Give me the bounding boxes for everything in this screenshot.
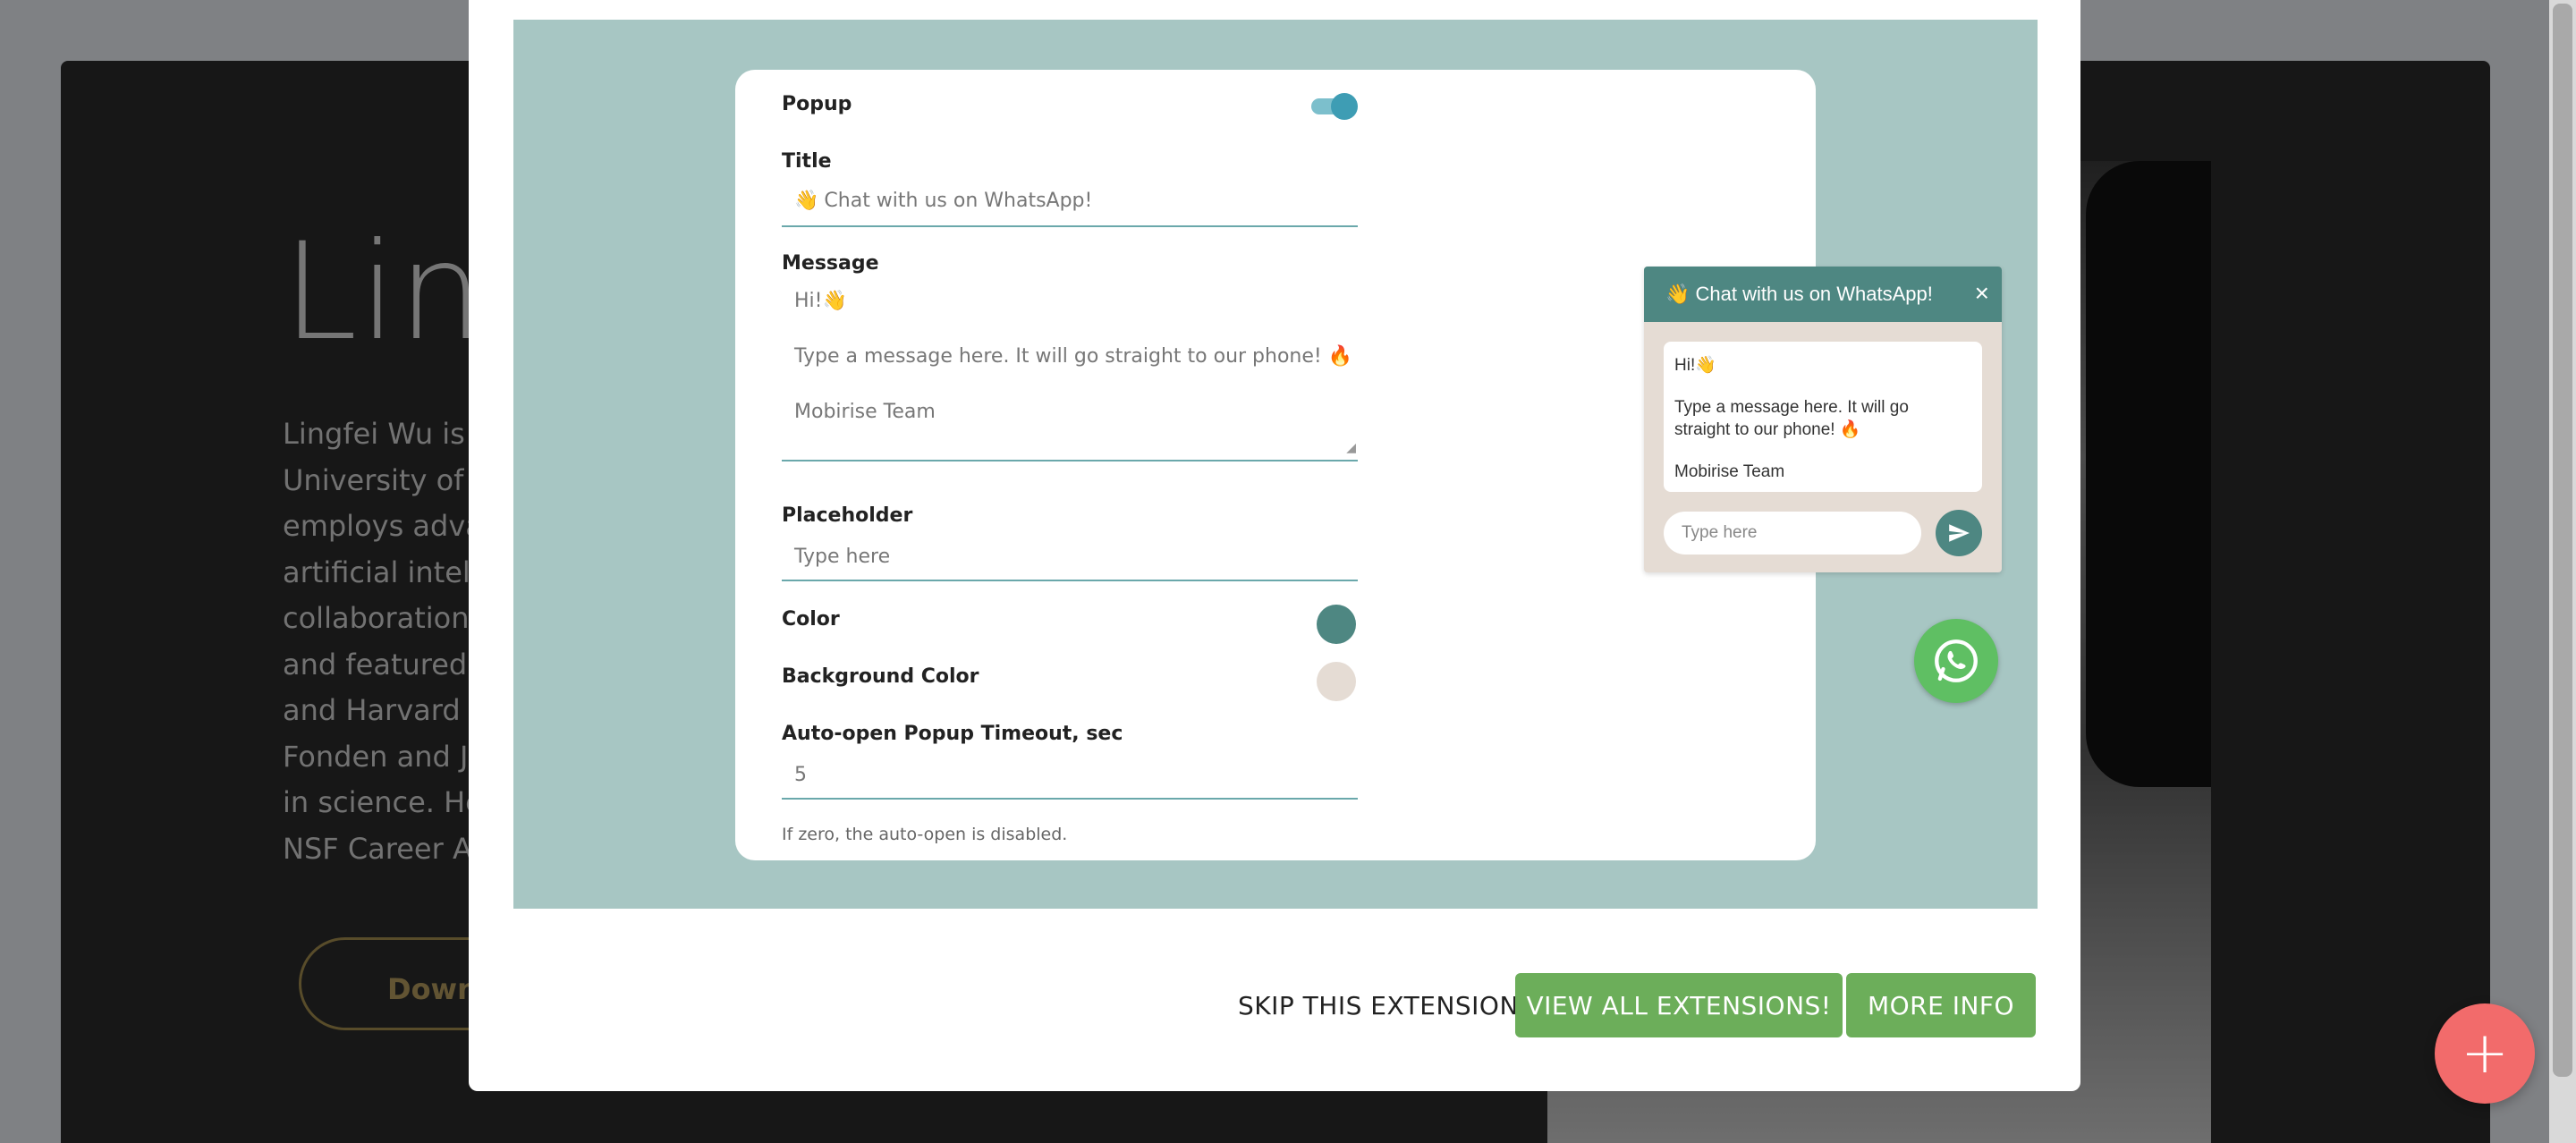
placeholder-value: Type here <box>794 546 891 568</box>
message-label: Message <box>782 252 879 275</box>
extension-preview-panel: Popup Title 👋 Chat with us on WhatsApp! M… <box>513 20 2038 909</box>
title-label: Title <box>782 150 832 173</box>
send-button[interactable] <box>1936 510 1982 556</box>
title-value: Chat with us on WhatsApp! <box>824 190 1093 212</box>
chat-body-line: Type a message here. It will go <box>1674 398 1909 417</box>
whatsapp-launcher-button[interactable] <box>1914 619 1998 703</box>
view-all-extensions-button[interactable]: VIEW ALL EXTENSIONS! <box>1515 973 1843 1037</box>
message-textarea[interactable]: Hi!👋 Type a message here. It will go str… <box>782 292 1358 461</box>
title-input[interactable]: 👋 Chat with us on WhatsApp! <box>782 190 1358 227</box>
message-line: Hi!👋 <box>794 290 847 312</box>
add-button[interactable]: + <box>2435 1003 2535 1104</box>
chat-header: 👋 Chat with us on WhatsApp! × <box>1644 267 2002 322</box>
wave-icon: 👋 <box>1665 283 1690 305</box>
whatsapp-settings-card: Popup Title 👋 Chat with us on WhatsApp! M… <box>735 70 2002 860</box>
scrollbar-thumb[interactable] <box>2553 4 2572 1077</box>
message-line: Mobirise Team <box>794 401 936 423</box>
placeholder-input[interactable]: Type here <box>782 546 1358 581</box>
extension-modal: Popup Title 👋 Chat with us on WhatsApp! M… <box>469 0 2080 1091</box>
color-swatch[interactable] <box>1317 605 1356 644</box>
skip-extension-button[interactable]: SKIP THIS EXTENSION <box>1238 991 1519 1020</box>
close-icon[interactable]: × <box>1975 279 1989 308</box>
color-label: Color <box>782 608 840 631</box>
whatsapp-chat-preview: 👋 Chat with us on WhatsApp! × Hi!👋 Type … <box>1644 267 2002 572</box>
background-color-label: Background Color <box>782 665 979 688</box>
more-info-button[interactable]: MORE INFO <box>1846 973 2036 1037</box>
page-scrollbar[interactable] <box>2549 0 2576 1143</box>
chat-signature: Mobirise Team <box>1674 462 1785 481</box>
send-icon <box>1949 524 1970 542</box>
toggle-knob <box>1331 93 1358 120</box>
chat-greeting: Hi!👋 <box>1674 356 1716 375</box>
chat-header-title: Chat with us on WhatsApp! <box>1695 283 1933 305</box>
background-color-swatch[interactable] <box>1317 662 1356 701</box>
timeout-label: Auto-open Popup Timeout, sec <box>782 723 1123 745</box>
wave-icon: 👋 <box>794 190 819 212</box>
timeout-input[interactable]: 5 <box>782 764 1358 800</box>
chat-input[interactable]: Type here <box>1664 512 1921 555</box>
timeout-help-text: If zero, the auto-open is disabled. <box>782 825 1068 844</box>
message-line: Type a message here. It will go straight… <box>794 345 1353 368</box>
popup-label: Popup <box>782 93 852 115</box>
chat-body-line: straight to our phone! 🔥 <box>1674 420 1861 439</box>
resize-handle-icon[interactable]: ◢ <box>1346 438 1356 458</box>
placeholder-label: Placeholder <box>782 504 913 527</box>
chat-message-bubble: Hi!👋 Type a message here. It will go str… <box>1664 342 1982 492</box>
timeout-value: 5 <box>794 764 807 786</box>
popup-toggle[interactable] <box>1311 93 1358 120</box>
whatsapp-icon <box>1935 639 1978 682</box>
